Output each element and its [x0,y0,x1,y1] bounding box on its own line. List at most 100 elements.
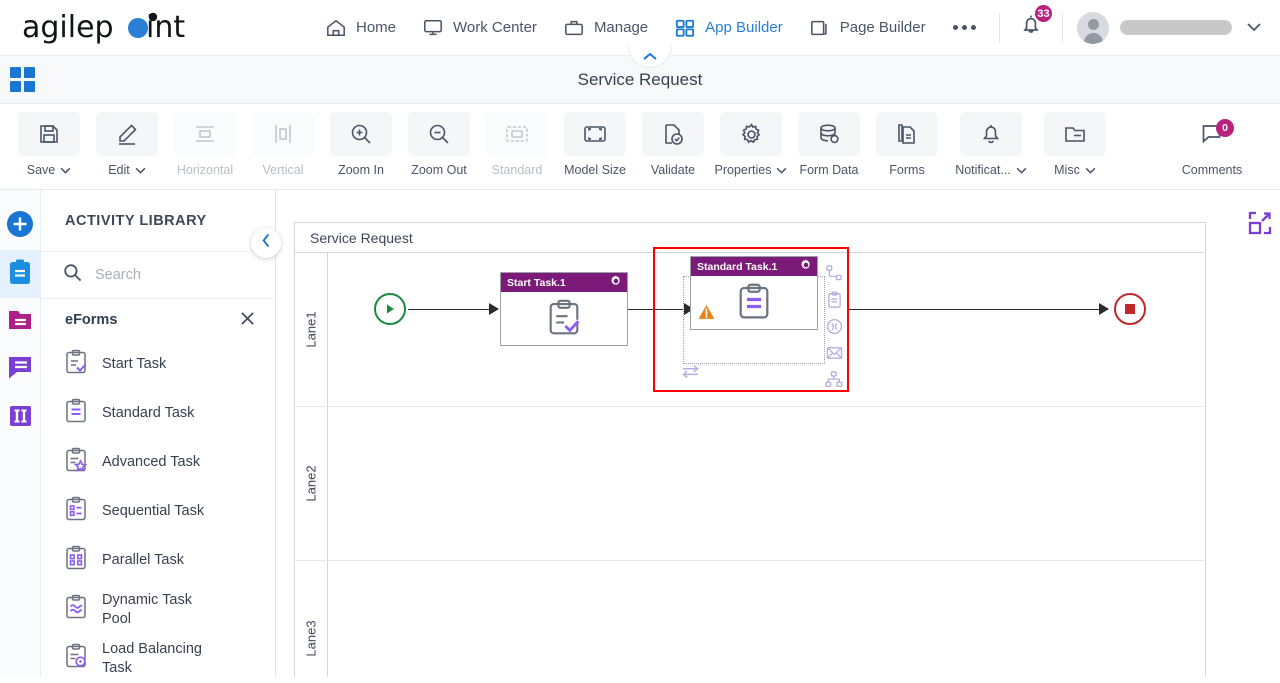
library-item-sequential-task[interactable]: Sequential Task [63,487,275,536]
lane-label: Lane1 [295,253,328,406]
warning-icon[interactable] [698,304,715,325]
rail-item-activity-library[interactable] [0,250,41,298]
parallel-task-icon [63,545,89,577]
lane-2: Lane2 [295,407,1205,561]
library-item-label: Sequential Task [102,503,205,520]
collapse-nav-button[interactable] [628,46,672,68]
library-item-advanced-task[interactable]: Advanced Task [63,438,275,487]
toolbar-vertical-button[interactable]: Vertical [246,112,320,177]
comments-badge: 0 [1216,119,1234,137]
lane-label-text: Lane2 [303,465,319,502]
panel-collapse-button[interactable] [251,228,281,258]
rail-item-comments[interactable] [0,346,41,394]
toolbar-model-size-button[interactable]: Model Size [558,112,632,177]
nav-more-button[interactable] [939,19,990,36]
notifications-button[interactable]: 33 [1008,3,1054,48]
search-icon [63,263,82,287]
nav-item-work-center[interactable]: Work Center [409,12,550,44]
nav-item-home[interactable]: Home [312,12,409,44]
end-event[interactable] [1114,293,1146,325]
shape-standard-task[interactable]: Standard Task.1 [690,256,818,330]
branch-flow-icon[interactable] [825,265,843,286]
connector-standard-task-to-end [849,309,1101,310]
lane-body[interactable] [328,407,1205,560]
dot [961,25,967,30]
toolbar-zoom-out-button[interactable]: Zoom Out [402,112,476,177]
chevron-down-icon [135,167,146,174]
lane-body[interactable]: Start Task.1 Standard Task.1 [328,247,1205,406]
toolbar-label: Misc [1054,163,1096,177]
left-icon-rail [0,190,41,677]
sequential-task-icon [63,496,89,528]
library-item-standard-task[interactable]: Standard Task [63,389,275,438]
close-icon[interactable] [240,311,255,329]
toolbar-forms-button[interactable]: Forms [870,112,944,177]
library-item-parallel-task[interactable]: Parallel Task [63,536,275,585]
email-icon[interactable] [826,345,843,366]
shape-start-task[interactable]: Start Task.1 [500,272,628,346]
nav-item-app-builder[interactable]: App Builder [661,12,796,44]
user-menu[interactable] [1071,11,1280,44]
start-task-icon [63,349,89,381]
add-icon [6,210,34,243]
library-item-load-balancing-task[interactable]: Load Balancing Task [63,634,275,683]
nav-label: App Builder [705,19,783,36]
process-canvas[interactable]: Service Request Lane1 Start Task.1 Stand… [276,190,1280,677]
label-text: Edit [108,163,130,177]
library-item-start-task[interactable]: Start Task [63,340,275,389]
library-item-label: Start Task [102,356,167,373]
toolbar-horizontal-button[interactable]: Horizontal [168,112,242,177]
svg-text:agilep: agilep [22,10,114,45]
hierarchy-icon[interactable] [825,371,843,393]
nav-item-page-builder[interactable]: Page Builder [796,12,939,44]
nav-label: Work Center [453,19,537,36]
user-name-redacted [1120,20,1232,35]
swap-icon[interactable] [681,364,700,384]
lane-label: Lane3 [295,561,328,677]
gear-icon[interactable] [610,274,622,292]
lane-label-text: Lane3 [303,619,319,657]
activity-library-panel: ACTIVITY LIBRARY eForms [41,190,276,677]
folder-icon [1044,112,1106,156]
chevron-down-icon [60,167,71,174]
rail-item-add[interactable] [0,202,41,250]
toolbar-standard-button[interactable]: Standard [480,112,554,177]
toolbar-form-data-button[interactable]: Form Data [792,112,866,177]
label-text: Misc [1054,163,1080,177]
library-group-header: eForms [41,299,275,340]
process-pool: Service Request Lane1 Start Task.1 Stand… [294,222,1206,677]
toolbar-misc-button[interactable]: Misc [1038,112,1112,177]
toolbar-properties-button[interactable]: Properties [714,112,788,177]
library-item-dynamic-task-pool[interactable]: Dynamic Task Pool [63,585,275,634]
toolbar-validate-button[interactable]: Validate [636,112,710,177]
lane-body[interactable] [328,561,1205,677]
subprocess-icon[interactable] [826,318,843,340]
dynamic-task-pool-icon [63,594,89,626]
rail-item-data[interactable] [0,298,41,346]
validate-icon [642,112,704,156]
library-item-label: Advanced Task [102,454,201,471]
chevron-down-icon [1246,19,1262,37]
gear-icon[interactable] [800,258,812,276]
nav-label: Manage [593,19,649,36]
toolbar-save-button[interactable]: Save [12,112,86,177]
zoom-in-icon [330,112,392,156]
toolbar-zoom-in-button[interactable]: Zoom In [324,112,398,177]
avatar-head [1087,18,1099,30]
save-icon [18,112,80,156]
chevron-down-icon [777,167,787,174]
chevron-up-icon [642,48,658,66]
rail-item-columns[interactable] [0,394,41,442]
start-event[interactable] [374,293,406,325]
task-title: Start Task.1 [507,276,566,289]
activity-library-title: ACTIVITY LIBRARY [41,190,275,252]
task-icon[interactable] [826,291,843,313]
toolbar-label: Validate [650,163,696,177]
nav-item-manage[interactable]: Manage [550,12,661,44]
expand-canvas-icon[interactable] [1247,210,1273,241]
search-input[interactable] [95,267,245,283]
toolbar-edit-button[interactable]: Edit [90,112,164,177]
toolbar-notifications-button[interactable]: Notificat... [948,112,1034,177]
agilepoint-logo[interactable]: agilep int [22,8,202,48]
toolbar-comments-button[interactable]: 0 Comments [1166,112,1258,177]
